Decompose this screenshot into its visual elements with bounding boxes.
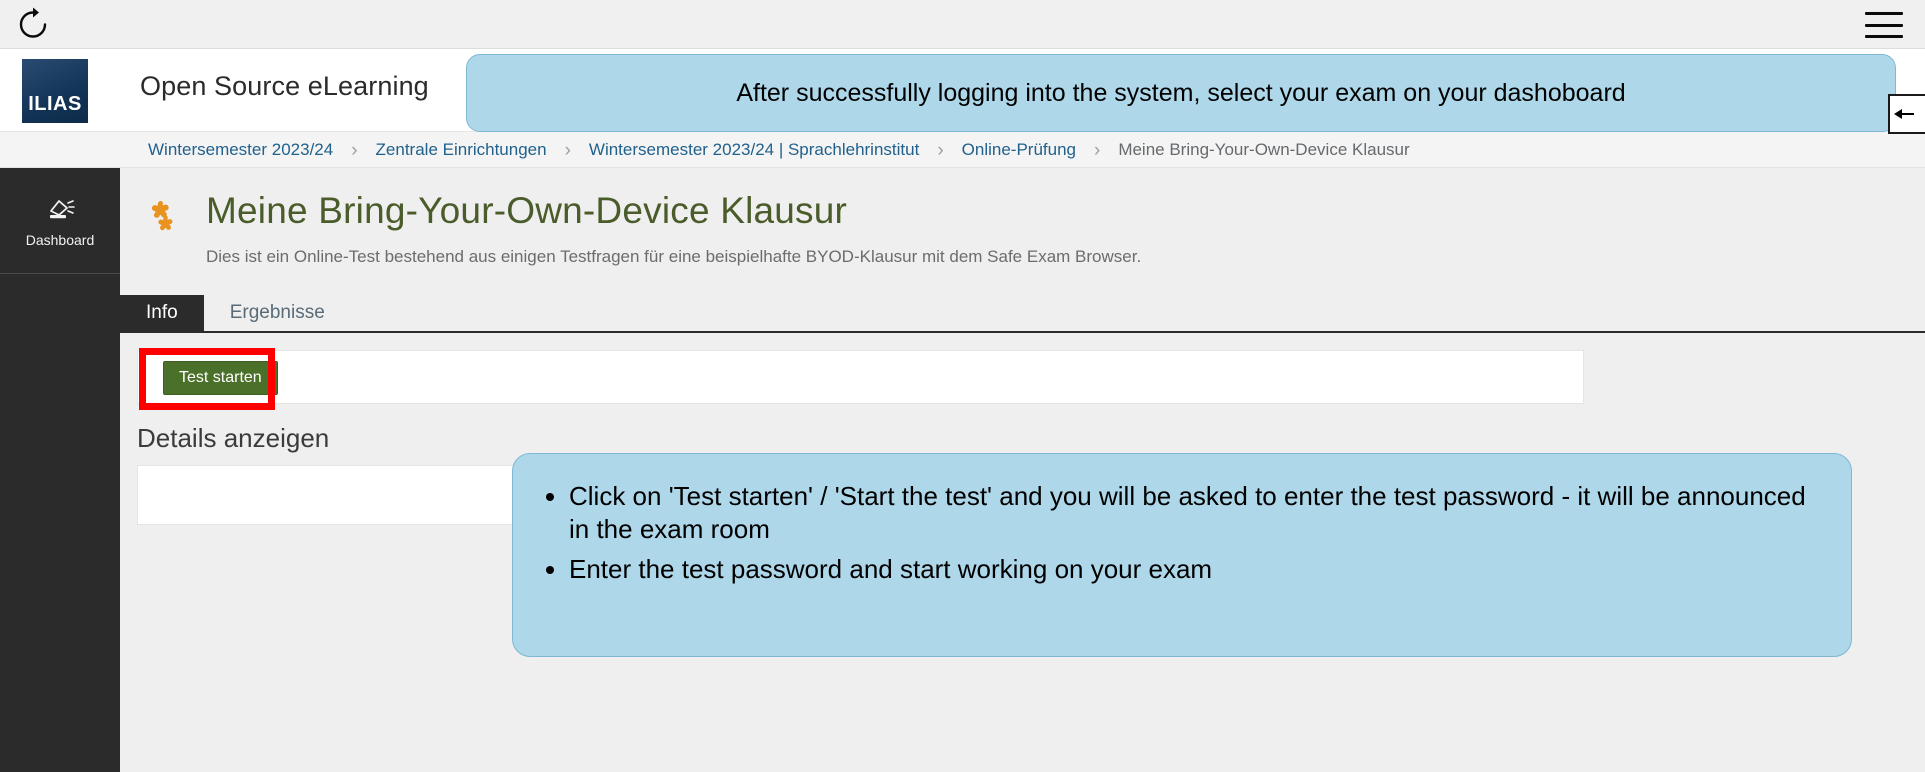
arrow-left-icon <box>1893 105 1915 123</box>
breadcrumb-item-1[interactable]: Wintersemester 2023/24 <box>148 140 333 160</box>
puzzle-piece-icon <box>144 198 184 238</box>
chevron-right-icon: › <box>564 139 571 161</box>
menu-line <box>1865 23 1903 27</box>
reload-icon[interactable] <box>14 6 52 44</box>
ilias-logo[interactable]: ILIAS <box>22 59 88 123</box>
page-title: Meine Bring-Your-Own-Device Klausur <box>206 190 848 231</box>
breadcrumb-item-4[interactable]: Online-Prüfung <box>962 140 1076 160</box>
chevron-right-icon: › <box>1093 139 1101 161</box>
details-heading: Details anzeigen <box>137 423 330 453</box>
breadcrumb: Wintersemester 2023/24 › Zentrale Einric… <box>148 132 1410 168</box>
hamburger-menu-icon[interactable] <box>1865 12 1903 38</box>
start-test-panel: Test starten <box>137 350 1584 404</box>
breadcrumb-item-5-current: Meine Bring-Your-Own-Device Klausur <box>1118 140 1410 159</box>
page-subtitle: Dies ist ein Online-Test bestehend aus e… <box>206 247 1142 266</box>
main-sidebar: Dashboard <box>0 168 120 772</box>
start-test-button[interactable]: Test starten <box>163 361 278 395</box>
sidebar-item-dashboard[interactable]: Dashboard <box>0 168 120 274</box>
sidebar-item-label: Dashboard <box>25 232 95 248</box>
menu-line <box>1865 35 1903 38</box>
annotation-bullet-list: Click on 'Test starten' / 'Start the tes… <box>569 480 1807 586</box>
breadcrumb-item-2[interactable]: Zentrale Einrichtungen <box>376 140 547 160</box>
breadcrumb-bar: Wintersemester 2023/24 › Zentrale Einric… <box>0 132 1925 168</box>
resize-pointer-marker <box>1888 94 1925 134</box>
annotation-callout-top: After successfully logging into the syst… <box>466 54 1896 132</box>
annotation-callout-bottom: Click on 'Test starten' / 'Start the tes… <box>512 453 1852 657</box>
annotation-top-text: After successfully logging into the syst… <box>736 78 1626 107</box>
tab-bar: Info Ergebnisse <box>120 293 1925 333</box>
page-title-block: Meine Bring-Your-Own-Device Klausur Dies… <box>120 168 1925 293</box>
site-title: Open Source eLearning <box>140 71 429 101</box>
menu-line <box>1865 12 1903 15</box>
browser-toolbar <box>0 0 1925 49</box>
chevron-right-icon: › <box>937 139 944 161</box>
list-item: Enter the test password and start workin… <box>569 553 1807 586</box>
chevron-right-icon: › <box>351 139 358 161</box>
tab-info[interactable]: Info <box>120 295 204 331</box>
breadcrumb-item-3[interactable]: Wintersemester 2023/24 | Sprachlehrinsti… <box>589 140 919 160</box>
desk-lamp-icon <box>43 193 77 227</box>
tab-ergebnisse[interactable]: Ergebnisse <box>204 295 351 331</box>
list-item: Click on 'Test starten' / 'Start the tes… <box>569 480 1807 547</box>
